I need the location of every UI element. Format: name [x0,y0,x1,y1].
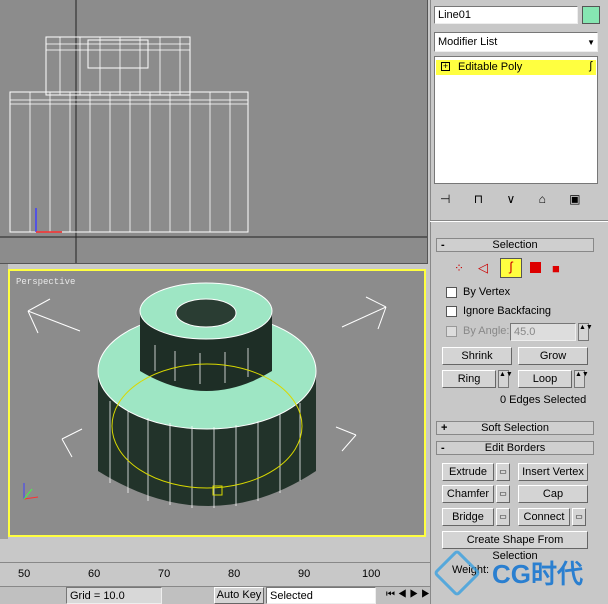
object-color-swatch[interactable] [582,6,600,24]
front-wireframe [0,0,427,263]
ignore-backfacing-label: Ignore Backfacing [463,305,552,317]
grid-readout: Grid = 10.0 [66,587,162,604]
perspective-viewport[interactable]: Perspective [8,269,426,537]
object-name-field[interactable]: Line01 [434,6,578,24]
tick-label: 100 [362,568,381,580]
stack-item-label: Editable Poly [458,61,523,73]
tick-label: 70 [158,568,171,580]
border-icon[interactable]: ʃ [500,258,522,278]
persp-axis-gizmo [23,483,39,500]
selection-rollout-title: Selection [492,239,538,251]
insert-vertex-button[interactable]: Insert Vertex [518,463,588,481]
chevron-down-icon: ▼ [587,38,595,47]
extrude-settings-button[interactable]: ▭ [496,463,510,481]
edge-icon[interactable]: ◁ [478,260,488,276]
cap-button[interactable]: Cap [518,485,588,503]
grow-button[interactable]: Grow [518,347,588,365]
watermark-text: CG时代 [492,559,584,589]
loop-button[interactable]: Loop [518,370,572,388]
selection-status: 0 Edges Selected [500,394,587,406]
modifier-stack: + Editable Poly ʃ [434,56,598,184]
front-viewport[interactable] [0,0,428,264]
extrude-button[interactable]: Extrude [442,463,494,481]
viewport-gutter [0,264,8,539]
element-icon[interactable]: ■ [552,261,560,276]
selection-rollout-header[interactable]: - Selection [436,238,594,252]
stack-toolbar[interactable]: ⊣ ⊓ ∨ ⌂ ▣ [440,192,591,206]
edit-borders-rollout-header[interactable]: - Edit Borders [436,441,594,455]
tick-label: 90 [298,568,311,580]
angle-field[interactable]: 45.0 [510,323,576,341]
ring-spinner[interactable]: ▲▼ [498,370,513,388]
tick-label: 60 [88,568,101,580]
perspective-model [23,282,387,508]
by-vertex-checkbox[interactable] [446,287,457,298]
auto-key-button[interactable]: Auto Key [214,587,264,604]
axis-gizmo [35,208,62,233]
tick-label: 50 [18,568,31,580]
shrink-button[interactable]: Shrink [442,347,512,365]
soft-selection-rollout-header[interactable]: + Soft Selection [436,421,594,435]
logo-mark [432,548,482,598]
by-vertex-label: By Vertex [463,286,511,298]
vertex-icon[interactable]: ⁘ [454,261,464,275]
ring-button[interactable]: Ring [442,370,496,388]
chamfer-settings-button[interactable]: ▭ [496,485,510,503]
chamfer-button[interactable]: Chamfer [442,485,494,503]
selection-set-dropdown[interactable]: Selected [266,587,376,604]
tick-label: 80 [228,568,241,580]
bridge-settings-button[interactable]: ▭ [496,508,510,526]
by-angle-checkbox[interactable] [446,326,457,337]
time-ruler[interactable]: 50 60 70 80 90 100 [0,562,430,586]
edit-borders-title: Edit Borders [484,442,546,454]
modifier-list-label: Modifier List [438,36,498,48]
watermark-logo: CG时代 [432,548,600,598]
soft-selection-title: Soft Selection [481,422,549,434]
ignore-backfacing-checkbox[interactable] [446,306,457,317]
panel-divider [430,220,608,222]
angle-spinner[interactable]: ▲▼ [578,323,593,341]
create-shape-button[interactable]: Create Shape From Selection [442,531,588,562]
perspective-label: Perspective [16,277,76,287]
stack-item-editable-poly[interactable]: + Editable Poly ʃ [436,60,596,75]
bridge-button[interactable]: Bridge [442,508,494,526]
edge-mode-icon: ʃ [589,60,592,72]
by-angle-label: By Angle: [463,325,510,337]
subobject-toolbar: ⁘ ◁ ʃ ■ [452,258,572,280]
modifier-list-dropdown[interactable]: Modifier List ▼ [434,32,598,52]
expand-icon[interactable]: + [441,62,450,71]
connect-settings-button[interactable]: ▭ [572,508,586,526]
polygon-icon[interactable] [530,262,541,273]
connect-button[interactable]: Connect [518,508,570,526]
loop-spinner[interactable]: ▲▼ [574,370,589,388]
